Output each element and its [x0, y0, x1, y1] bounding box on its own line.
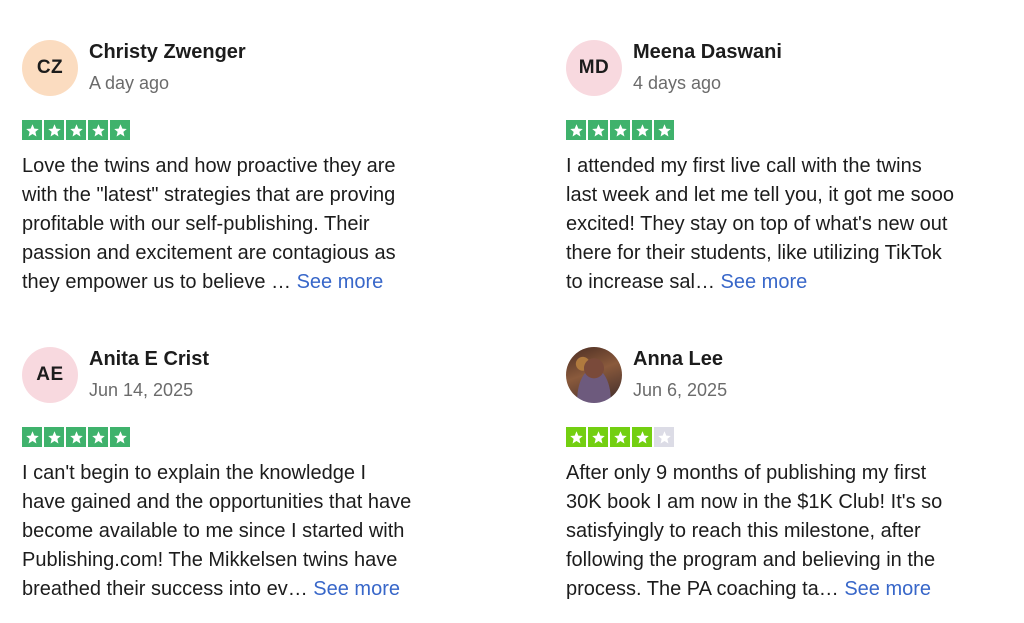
review-card: MD Meena Daswani 4 days ago I attended m… — [566, 40, 1024, 297]
see-more-link[interactable]: See more — [313, 578, 400, 600]
review-text-line: last week and let me tell you, it got me… — [566, 184, 954, 206]
star-icon — [566, 427, 586, 447]
star-icon — [22, 120, 42, 140]
review-header: CZ Christy Zwenger A day ago — [22, 40, 492, 100]
star-icon — [88, 427, 108, 447]
see-more-link[interactable]: See more — [844, 578, 931, 600]
review-header: MD Meena Daswani 4 days ago — [566, 40, 1024, 100]
reviewer-name[interactable]: Anna Lee — [633, 348, 723, 371]
review-text: After only 9 months of publishing my fir… — [566, 459, 1024, 604]
reviewer-name[interactable]: Meena Daswani — [633, 41, 782, 64]
review-text-line: I can't begin to explain the knowledge I — [22, 462, 367, 484]
review-text-last-line: to increase sal… See more — [566, 268, 1024, 297]
review-text-line: they empower us to believe … — [22, 271, 297, 293]
review-date: A day ago — [89, 73, 170, 93]
review-header: Anna Lee Jun 6, 2025 — [566, 347, 1024, 407]
star-icon — [632, 427, 652, 447]
star-icon — [110, 427, 130, 447]
avatar[interactable]: CZ — [22, 40, 78, 96]
review-text-line: to increase sal… — [566, 271, 721, 293]
review-date: Jun 6, 2025 — [633, 380, 728, 400]
review-text-last-line: breathed their success into ev… See more — [22, 575, 492, 604]
reviewer-name[interactable]: Christy Zwenger — [89, 41, 246, 64]
review-card: Anna Lee Jun 6, 2025 After only 9 months… — [566, 347, 1024, 604]
star-icon — [66, 427, 86, 447]
star-rating — [22, 427, 492, 447]
review-text-last-line: they empower us to believe … See more — [22, 268, 492, 297]
review-card: AE Anita E Crist Jun 14, 2025 I can't be… — [22, 347, 492, 604]
star-empty-icon — [654, 427, 674, 447]
review-text-line: profitable with our self-publishing. The… — [22, 213, 370, 235]
star-icon — [588, 120, 608, 140]
star-icon — [632, 120, 652, 140]
review-text-line: Love the twins and how proactive they ar… — [22, 155, 396, 177]
review-text-line: breathed their success into ev… — [22, 578, 314, 600]
review-text-line: Publishing.com! The Mikkelsen twins have — [22, 549, 398, 571]
review-text-line: become available to me since I started w… — [22, 520, 405, 542]
review-text-line: have gained and the opportunities that h… — [22, 491, 412, 513]
star-icon — [588, 427, 608, 447]
review-text: I can't begin to explain the knowledge I… — [22, 459, 492, 604]
star-icon — [610, 120, 630, 140]
review-text-last-line: process. The PA coaching ta… See more — [566, 575, 1024, 604]
review-card: CZ Christy Zwenger A day ago Love the tw… — [22, 40, 492, 297]
review-text-line: following the program and believing in t… — [566, 549, 936, 571]
reviewer-name[interactable]: Anita E Crist — [89, 348, 209, 371]
star-icon — [66, 120, 86, 140]
review-text-line: satisfyingly to reach this milestone, af… — [566, 520, 921, 542]
review-text-line: passion and excitement are contagious as — [22, 242, 396, 264]
review-text-line: excited! They stay on top of what's new … — [566, 213, 948, 235]
star-icon — [654, 120, 674, 140]
review-date: 4 days ago — [633, 73, 722, 93]
see-more-link[interactable]: See more — [721, 271, 808, 293]
avatar[interactable] — [566, 347, 622, 403]
star-icon — [110, 120, 130, 140]
star-icon — [610, 427, 630, 447]
review-text: Love the twins and how proactive they ar… — [22, 152, 492, 297]
review-text-line: process. The PA coaching ta… — [566, 578, 845, 600]
avatar[interactable]: MD — [566, 40, 622, 96]
review-text-line: 30K book I am now in the $1K Club! It's … — [566, 491, 943, 513]
star-rating — [566, 427, 1024, 447]
star-icon — [44, 120, 64, 140]
star-icon — [566, 120, 586, 140]
review-text-line: there for their students, like utilizing… — [566, 242, 942, 264]
review-header: AE Anita E Crist Jun 14, 2025 — [22, 347, 492, 407]
review-text-line: After only 9 months of publishing my fir… — [566, 462, 927, 484]
star-rating — [22, 120, 492, 140]
review-text-line: with the "latest" strategies that are pr… — [22, 184, 396, 206]
star-icon — [22, 427, 42, 447]
star-icon — [44, 427, 64, 447]
star-rating — [566, 120, 1024, 140]
review-text: I attended my first live call with the t… — [566, 152, 1024, 297]
see-more-link[interactable]: See more — [297, 271, 384, 293]
review-text-line: I attended my first live call with the t… — [566, 155, 922, 177]
review-date: Jun 14, 2025 — [89, 380, 194, 400]
star-icon — [88, 120, 108, 140]
avatar[interactable]: AE — [22, 347, 78, 403]
